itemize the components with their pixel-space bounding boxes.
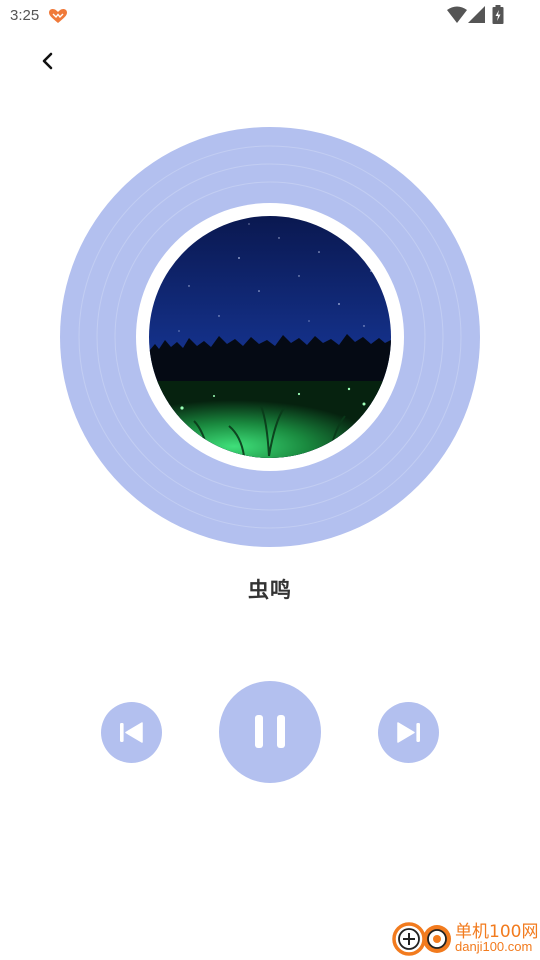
album-cover bbox=[149, 216, 391, 458]
skip-next-icon bbox=[397, 722, 420, 743]
track-title: 虫鸣 bbox=[248, 578, 292, 602]
battery-charging-icon bbox=[492, 5, 504, 24]
wifi-icon bbox=[447, 6, 467, 23]
cover-art-image bbox=[149, 216, 391, 458]
danji-logo-icon bbox=[392, 922, 451, 956]
watermark: 单机100网 danji100.com bbox=[389, 915, 539, 960]
cell-signal-icon bbox=[468, 6, 485, 23]
previous-button[interactable] bbox=[101, 702, 162, 763]
chevron-left-icon bbox=[42, 52, 53, 70]
status-time: 3:25 bbox=[10, 7, 40, 24]
play-pause-button[interactable] bbox=[219, 681, 321, 783]
heart-notification-icon bbox=[48, 8, 68, 24]
back-button[interactable] bbox=[30, 44, 64, 78]
pause-icon bbox=[255, 715, 285, 748]
next-button[interactable] bbox=[378, 702, 439, 763]
skip-previous-icon bbox=[120, 722, 143, 743]
watermark-domain: danji100.com bbox=[455, 939, 533, 954]
status-bar: 3:25 bbox=[0, 0, 540, 32]
